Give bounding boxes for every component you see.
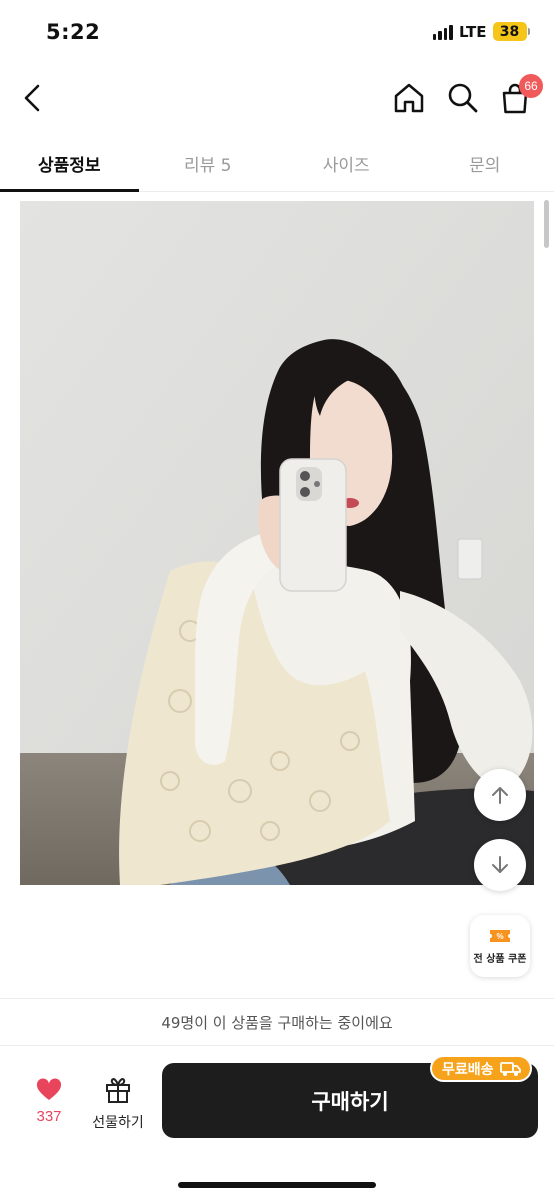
coupon-label: 전 상품 쿠폰 [473,953,527,965]
like-count: 337 [36,1108,62,1125]
arrow-down-icon [492,856,508,873]
scroll-top-button[interactable] [474,769,526,821]
back-button[interactable] [14,78,54,118]
all-products-coupon-button[interactable]: % 전 상품 쿠폰 [470,915,530,977]
tab-size[interactable]: 사이즈 [277,134,416,191]
product-image [20,201,534,885]
scrollbar[interactable] [544,200,549,248]
free-shipping-badge: 무료배송 [430,1055,532,1082]
search-icon [448,83,478,113]
free-shipping-label: 무료배송 [442,1061,494,1078]
network-label: LTE [458,22,487,41]
top-nav [0,66,554,128]
scroll-bottom-button[interactable] [474,839,526,891]
signal-icon [432,24,453,40]
coupon-icon: % [490,929,510,942]
home-icon [394,83,424,113]
tab-reviews[interactable]: 리뷰 5 [139,134,278,191]
product-tabs: 상품정보 리뷰 5 사이즈 문의 [0,134,554,192]
viewer-notice: 49명이 이 상품을 구매하는 중이에요 [0,998,554,1046]
status-time: 5:22 [46,20,101,44]
like-button[interactable]: 337 [26,1078,72,1125]
truck-icon [499,1061,521,1076]
status-indicators: LTE 38 [432,22,530,41]
search-button[interactable] [444,79,482,117]
cart-count-badge: 66 [519,74,543,98]
battery-level: 38 [492,22,527,41]
arrow-up-icon [492,787,508,804]
battery-icon: 38 [492,22,530,41]
svg-text:%: % [496,932,503,941]
status-bar: 5:22 LTE 38 [0,0,554,66]
tab-product-info[interactable]: 상품정보 [0,134,139,192]
heart-icon [36,1078,62,1100]
gift-label: 선물하기 [92,1115,144,1131]
gift-icon [106,1078,130,1103]
gift-button[interactable]: 선물하기 [88,1076,148,1132]
home-button[interactable] [390,79,428,117]
tab-inquiry[interactable]: 문의 [416,134,554,191]
home-indicator [178,1182,376,1188]
chevron-left-icon [24,84,40,112]
